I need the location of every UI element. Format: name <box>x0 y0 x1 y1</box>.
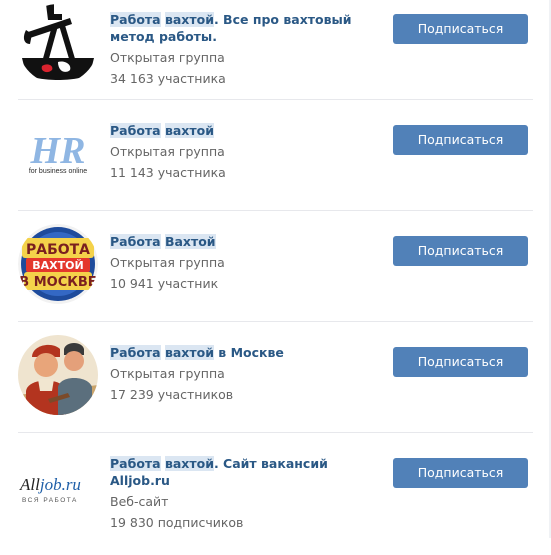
badge-line3: В МОСКВЕ <box>19 275 96 290</box>
search-highlight: вахтой <box>164 345 214 360</box>
group-type: Веб-сайт <box>110 494 169 509</box>
group-title-link[interactable]: Работа вахтой. Сайт вакансий Alljob.ru <box>110 455 380 489</box>
group-type: Открытая группа <box>110 366 225 381</box>
group-search-results: Работа вахтой. Все про вахтовый метод ра… <box>0 0 551 538</box>
hr-logo-icon[interactable]: HR for business online <box>18 113 98 193</box>
group-type: Открытая группа <box>110 144 225 159</box>
group-info: Работа Вахтой Открытая группа 10 941 уча… <box>110 233 380 292</box>
group-info: Работа вахтой. Сайт вакансий Alljob.ru В… <box>110 455 380 531</box>
group-row: Работа вахтой. Все про вахтовый метод ра… <box>0 0 551 111</box>
subscribe-button[interactable]: Подписаться <box>393 125 528 155</box>
search-highlight: Работа <box>110 345 161 360</box>
hr-logo-subtext: for business online <box>29 168 87 175</box>
search-highlight: Работа <box>110 456 161 471</box>
alljob-logo-part2: job.ru <box>38 475 81 494</box>
search-highlight: вахтой <box>164 123 214 138</box>
search-highlight: Вахтой <box>164 234 216 249</box>
member-count: 10 941 участник <box>110 276 219 291</box>
alljob-logo-icon[interactable]: Alljob.ru ВСЯ РАБОТА <box>18 446 98 526</box>
group-info: Работа вахтой в Москве Открытая группа 1… <box>110 344 380 403</box>
group-title-link[interactable]: Работа вахтой <box>110 122 380 139</box>
group-row: HR for business online Работа вахтой Отк… <box>0 111 551 222</box>
member-count: 34 163 участника <box>110 71 226 86</box>
workers-poster-icon[interactable] <box>18 335 98 415</box>
alljob-logo-part1: All <box>19 475 40 494</box>
member-count: 19 830 подписчиков <box>110 515 244 530</box>
divider <box>18 432 533 433</box>
oil-pump-icon[interactable] <box>18 4 98 84</box>
alljob-logo-subtext: ВСЯ РАБОТА <box>22 497 78 504</box>
group-title-link[interactable]: Работа вахтой в Москве <box>110 344 380 361</box>
group-row: Работа вахтой в Москве Открытая группа 1… <box>0 333 551 444</box>
search-highlight: Работа <box>110 123 161 138</box>
subscribe-button[interactable]: Подписаться <box>393 347 528 377</box>
group-row: Alljob.ru ВСЯ РАБОТА Работа вахтой. Сайт… <box>0 444 551 555</box>
search-highlight: Работа <box>110 12 161 27</box>
group-row: РАБОТА ВАХТОЙ В МОСКВЕ Работа Вахтой Отк… <box>0 222 551 333</box>
subscribe-button[interactable]: Подписаться <box>393 458 528 488</box>
hr-logo-text: HR <box>30 130 86 172</box>
divider <box>18 321 533 322</box>
group-title-link[interactable]: Работа вахтой. Все про вахтовый метод ра… <box>110 11 380 45</box>
svg-text:Alljob.ru: Alljob.ru <box>19 475 81 494</box>
title-rest: в Москве <box>213 345 284 360</box>
group-type: Открытая группа <box>110 50 225 65</box>
search-highlight: вахтой <box>164 456 214 471</box>
search-highlight: Работа <box>110 234 161 249</box>
badge-line2: ВАХТОЙ <box>32 259 83 272</box>
divider <box>18 210 533 211</box>
group-info: Работа вахтой Открытая группа 11 143 уча… <box>110 122 380 181</box>
subscribe-button[interactable]: Подписаться <box>393 236 528 266</box>
group-type: Открытая группа <box>110 255 225 270</box>
subscribe-button[interactable]: Подписаться <box>393 14 528 44</box>
divider <box>18 99 533 100</box>
badge-line1: РАБОТА <box>26 242 90 258</box>
group-info: Работа вахтой. Все про вахтовый метод ра… <box>110 11 380 87</box>
badge-logo-icon[interactable]: РАБОТА ВАХТОЙ В МОСКВЕ <box>18 224 98 304</box>
group-title-link[interactable]: Работа Вахтой <box>110 233 380 250</box>
member-count: 11 143 участника <box>110 165 226 180</box>
member-count: 17 239 участников <box>110 387 234 402</box>
search-highlight: вахтой <box>164 12 214 27</box>
